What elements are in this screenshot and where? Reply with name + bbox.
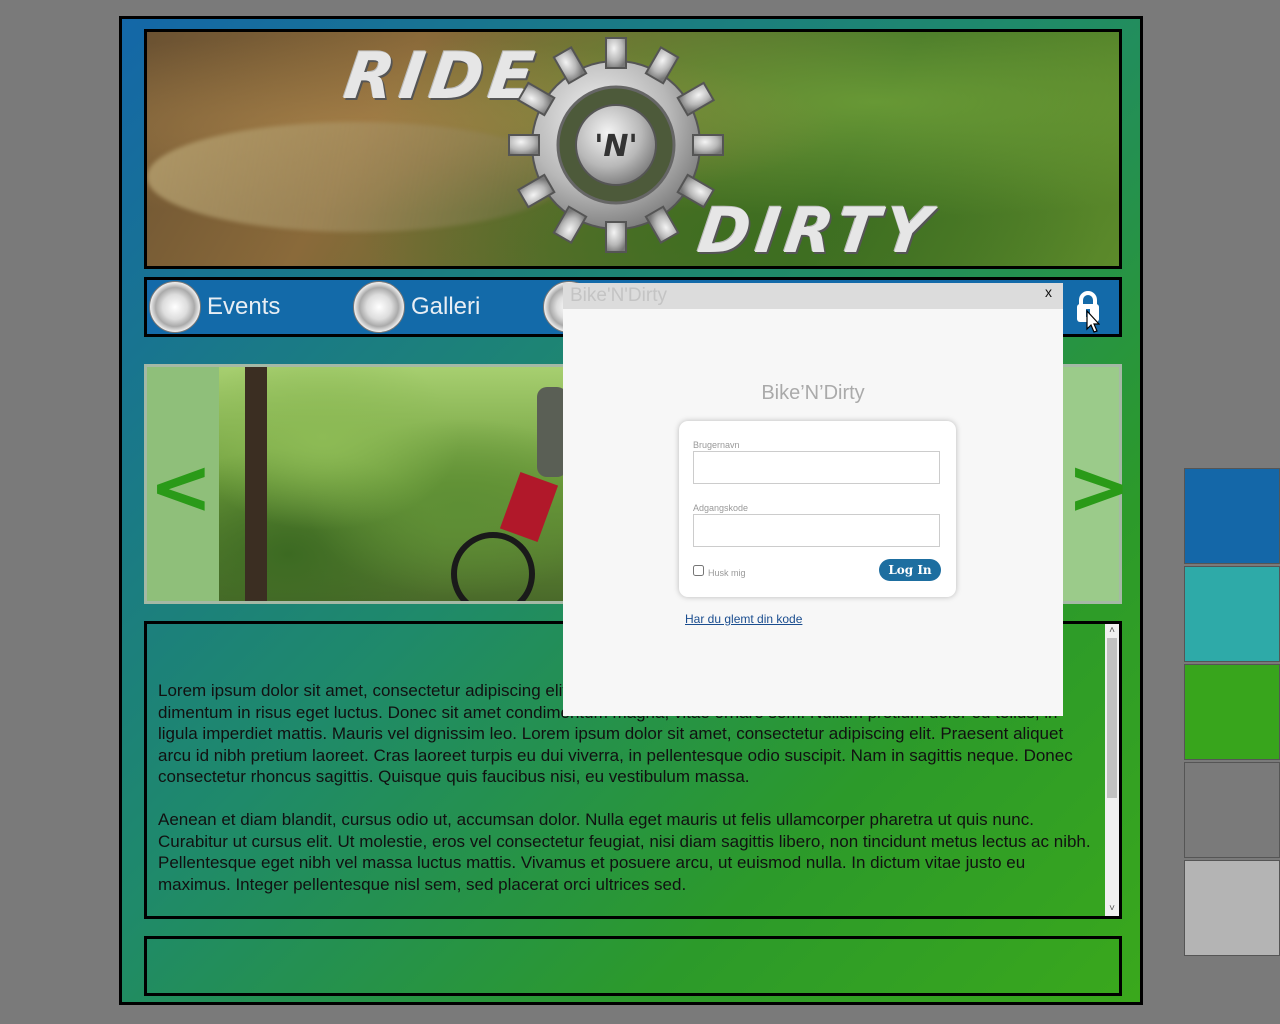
scroll-up-icon[interactable]: ˄	[1105, 624, 1119, 638]
logo-n-text: 'N'	[594, 129, 637, 164]
content-scrollbar[interactable]: ˄ ˅	[1105, 624, 1119, 916]
gear-logo-icon: 'N'	[508, 37, 724, 253]
remember-label: Husk mig	[708, 568, 746, 578]
nav-item-label: Galleri	[411, 293, 481, 320]
tree-trunk	[245, 367, 267, 601]
login-button[interactable]: Log In	[879, 559, 941, 581]
nav-item-events[interactable]: Events	[149, 280, 280, 334]
remember-me[interactable]: Husk mig	[693, 562, 746, 578]
modal-title: Bike'N'Dirty	[563, 283, 1063, 309]
username-field[interactable]	[693, 451, 940, 484]
slide-image	[219, 367, 565, 601]
login-card: Brugernavn Adgangskode Husk mig Log In	[679, 421, 956, 597]
nav-item-galleri[interactable]: Galleri	[353, 280, 480, 334]
palette-swatch-green	[1184, 664, 1280, 760]
mouse-cursor-icon	[1086, 310, 1100, 333]
scroll-down-icon[interactable]: ˅	[1105, 902, 1119, 916]
cassette-disc-icon	[353, 281, 405, 333]
content-paragraph-2: Aenean et diam blandit, cursus odio ut, …	[158, 810, 1091, 894]
remember-checkbox[interactable]	[693, 564, 704, 576]
footer-panel	[144, 936, 1122, 996]
stream-decoration	[147, 122, 567, 232]
palette-swatch-lightgray	[1184, 860, 1280, 956]
forgot-password-link[interactable]: Har du glemt din kode	[685, 612, 802, 626]
logo-dirty-text: DIRTY	[693, 194, 941, 267]
palette-swatch-blue	[1184, 468, 1280, 564]
bike-frame	[499, 471, 559, 543]
modal-heading: Bike’N’Dirty	[761, 382, 865, 404]
palette-swatch-teal	[1184, 566, 1280, 662]
header-banner: RIDE 'N' DIRTY	[144, 29, 1122, 269]
rider-figure	[537, 387, 565, 477]
close-icon[interactable]: x	[1045, 284, 1052, 300]
slider-prev-arrow-icon[interactable]: <	[149, 449, 213, 525]
slider-next-arrow-icon[interactable]: >	[1067, 449, 1131, 525]
login-modal: Bike'N'Dirty x Bike’N’Dirty Brugernavn A…	[563, 283, 1063, 716]
nav-item-label: Events	[207, 293, 281, 320]
username-label: Brugernavn	[693, 440, 740, 450]
palette-swatch-gray	[1184, 762, 1280, 858]
scroll-thumb[interactable]	[1107, 638, 1117, 798]
password-field[interactable]	[693, 514, 940, 547]
cassette-disc-icon	[149, 281, 201, 333]
bike-wheel	[451, 532, 535, 601]
password-label: Adgangskode	[693, 503, 749, 513]
